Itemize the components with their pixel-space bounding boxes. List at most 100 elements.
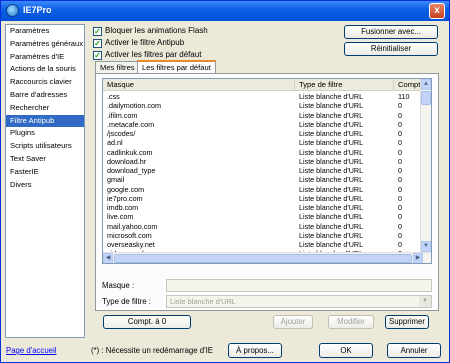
add-button[interactable]: Ajouter	[273, 315, 313, 329]
sidebar-item-parametres-ie[interactable]: Paramètres d'IE	[6, 51, 84, 64]
sidebar-item-actions-souris[interactable]: Actions de la souris	[6, 63, 84, 76]
scroll-down-icon[interactable]: ▼	[421, 241, 431, 252]
ok-button[interactable]: OK	[319, 343, 373, 358]
vertical-scrollbar[interactable]: ▲ ▼	[420, 79, 431, 252]
horizontal-scrollbar[interactable]: ◀ ▶	[103, 252, 431, 263]
mask-cell: mail.yahoo.com	[107, 221, 158, 231]
mask-cell: microsoft.com	[107, 230, 152, 240]
filter-type-cell: Liste blanche d'URL	[299, 138, 364, 148]
tab-filtres-par-defaut[interactable]: Les filtres par défaut	[137, 60, 216, 74]
sidebar-item-raccourcis-clavier[interactable]: Raccourcis clavier	[6, 76, 84, 89]
tab-panel: Masque Type de filtre Compteu .css Liste …	[95, 73, 439, 311]
enable-filter-label: Activer le filtre Antipub	[105, 38, 185, 47]
table-row[interactable]: download_type Liste blanche d'URL 0	[103, 166, 421, 175]
scroll-up-icon[interactable]: ▲	[421, 79, 431, 90]
mask-cell: ie7pro.com	[107, 193, 143, 203]
merge-button[interactable]: Fusionner avec...	[344, 25, 438, 39]
sidebar-item-parametres[interactable]: Paramètres	[6, 25, 84, 38]
title-bar[interactable]: IE7Pro x	[1, 1, 449, 21]
sidebar-item-rechercher[interactable]: Rechercher	[6, 102, 84, 115]
filter-type-value: Liste blanche d'URL	[170, 297, 236, 306]
counter-cell: 0	[398, 138, 402, 148]
table-row[interactable]: overseasky.net Liste blanche d'URL 0	[103, 240, 421, 249]
table-row[interactable]: /jscodes/Liste blanche d'URL 0	[103, 129, 421, 138]
sidebar-item-plugins[interactable]: Plugins	[6, 127, 84, 140]
mask-cell: imdb.com	[107, 203, 139, 212]
about-button[interactable]: À propos...	[228, 343, 282, 358]
table-row[interactable]: .ifilm.com Liste blanche d'URL 0	[103, 111, 421, 120]
table-row[interactable]: google.com Liste blanche d'URL 0	[103, 185, 421, 194]
filter-type-cell: Liste blanche d'URL	[299, 156, 364, 166]
column-header-masque[interactable]: Masque	[103, 79, 295, 91]
table-row[interactable]: ad.nl Liste blanche d'URL 0	[103, 138, 421, 147]
table-row[interactable]: .metacafe.com Liste blanche d'URL 0	[103, 120, 421, 129]
list-header: Masque Type de filtre Compteu	[103, 79, 421, 91]
counter-cell: 0	[398, 101, 402, 111]
mask-cell: overseasky.net	[107, 240, 155, 249]
horizontal-scroll-thumb[interactable]	[114, 254, 412, 263]
scroll-right-icon[interactable]: ▶	[413, 253, 423, 263]
sidebar-item-fasterie[interactable]: FasterIE	[6, 166, 84, 179]
counter-cell: 0	[398, 203, 402, 212]
column-header-compteur[interactable]: Compteu	[394, 79, 421, 91]
table-row[interactable]: ie7pro.com Liste blanche d'URL 0	[103, 194, 421, 203]
table-row[interactable]: mail.yahoo.com Liste blanche d'URL 0	[103, 222, 421, 231]
counter-cell: 0	[398, 193, 402, 203]
modify-button[interactable]: Modifier	[328, 315, 374, 329]
filter-type-cell: Liste blanche d'URL	[299, 193, 364, 203]
filter-type-cell: Liste blanche d'URL	[299, 129, 364, 138]
filter-type-cell: Liste blanche d'URL	[299, 240, 364, 249]
filter-type-cell: Liste blanche d'URL	[299, 101, 364, 111]
filter-type-cell: Liste blanche d'URL	[299, 203, 364, 212]
sidebar-item-divers[interactable]: Divers	[6, 179, 84, 192]
enable-filter-checkbox[interactable]: ✓ Activer le filtre Antipub	[93, 37, 184, 49]
table-row[interactable]: .css Liste blanche d'URL 110	[103, 92, 421, 101]
tab-mes-filtres[interactable]: Mes filtres	[95, 61, 140, 73]
cancel-button[interactable]: Annuler	[387, 343, 441, 358]
sidebar-item-barre-adresses[interactable]: Barre d'adresses	[6, 89, 84, 102]
table-row[interactable]: live.com Liste blanche d'URL 0	[103, 212, 421, 221]
enable-default-filters-label: Activer les filtres par défaut	[105, 50, 202, 59]
table-row[interactable]: .dailymotion.com Liste blanche d'URL 0	[103, 101, 421, 110]
ie7pro-dialog: IE7Pro x Paramètres Paramètres généraux …	[0, 0, 450, 363]
homepage-link[interactable]: Page d'accueil	[6, 346, 56, 355]
table-row[interactable]: imdb.com Liste blanche d'URL 0	[103, 203, 421, 212]
sidebar-item-scripts-utilisateurs[interactable]: Scripts utilisateurs	[6, 140, 84, 153]
table-row[interactable]: download.hr Liste blanche d'URL 0	[103, 157, 421, 166]
sidebar-item-parametres-generaux[interactable]: Paramètres généraux	[6, 38, 84, 51]
counter-cell: 0	[398, 156, 402, 166]
scroll-left-icon[interactable]: ◀	[103, 253, 113, 263]
mask-label: Masque :	[102, 281, 135, 290]
filter-type-select[interactable]: Liste blanche d'URL ▼	[166, 295, 432, 308]
window-title: IE7Pro	[23, 5, 52, 15]
counter-cell: 110	[398, 92, 410, 101]
counter-cell: 0	[398, 175, 402, 185]
table-row[interactable]: cadlinkuk.com Liste blanche d'URL 0	[103, 148, 421, 157]
mask-input[interactable]	[166, 279, 432, 292]
filter-type-cell: Liste blanche d'URL	[299, 175, 364, 185]
mask-cell: ad.nl	[107, 138, 123, 148]
sidebar-item-text-saver[interactable]: Text Saver	[6, 153, 84, 166]
block-flash-checkbox[interactable]: ✓ Bloquer les animations Flash	[93, 25, 208, 37]
mask-cell: .metacafe.com	[107, 119, 155, 129]
delete-button[interactable]: Supprimer	[385, 315, 429, 329]
counter-cell: 0	[398, 129, 402, 138]
mask-cell: /jscodes/	[107, 129, 136, 138]
filter-type-cell: Liste blanche d'URL	[299, 166, 364, 175]
counter-cell: 0	[398, 212, 402, 222]
filter-type-cell: Liste blanche d'URL	[299, 92, 364, 101]
table-row[interactable]: gmail Liste blanche d'URL 0	[103, 175, 421, 184]
chevron-down-icon[interactable]: ▼	[419, 296, 431, 307]
column-header-type[interactable]: Type de filtre	[295, 79, 394, 91]
mask-cell: .dailymotion.com	[107, 101, 161, 111]
filter-type-cell: Liste blanche d'URL	[299, 212, 364, 222]
sidebar-item-filtre-antipub[interactable]: Filtre Antipub	[6, 114, 84, 128]
close-icon: x	[434, 5, 440, 16]
close-button[interactable]: x	[429, 3, 445, 19]
reset-button[interactable]: Réinitialiser	[344, 42, 438, 56]
table-row[interactable]: microsoft.com Liste blanche d'URL 0	[103, 231, 421, 240]
reset-count-button[interactable]: Compt. à 0	[103, 315, 191, 329]
filter-list[interactable]: Masque Type de filtre Compteu .css Liste …	[102, 78, 432, 264]
mask-cell: cadlinkuk.com	[107, 147, 153, 157]
scroll-thumb[interactable]	[421, 91, 431, 105]
